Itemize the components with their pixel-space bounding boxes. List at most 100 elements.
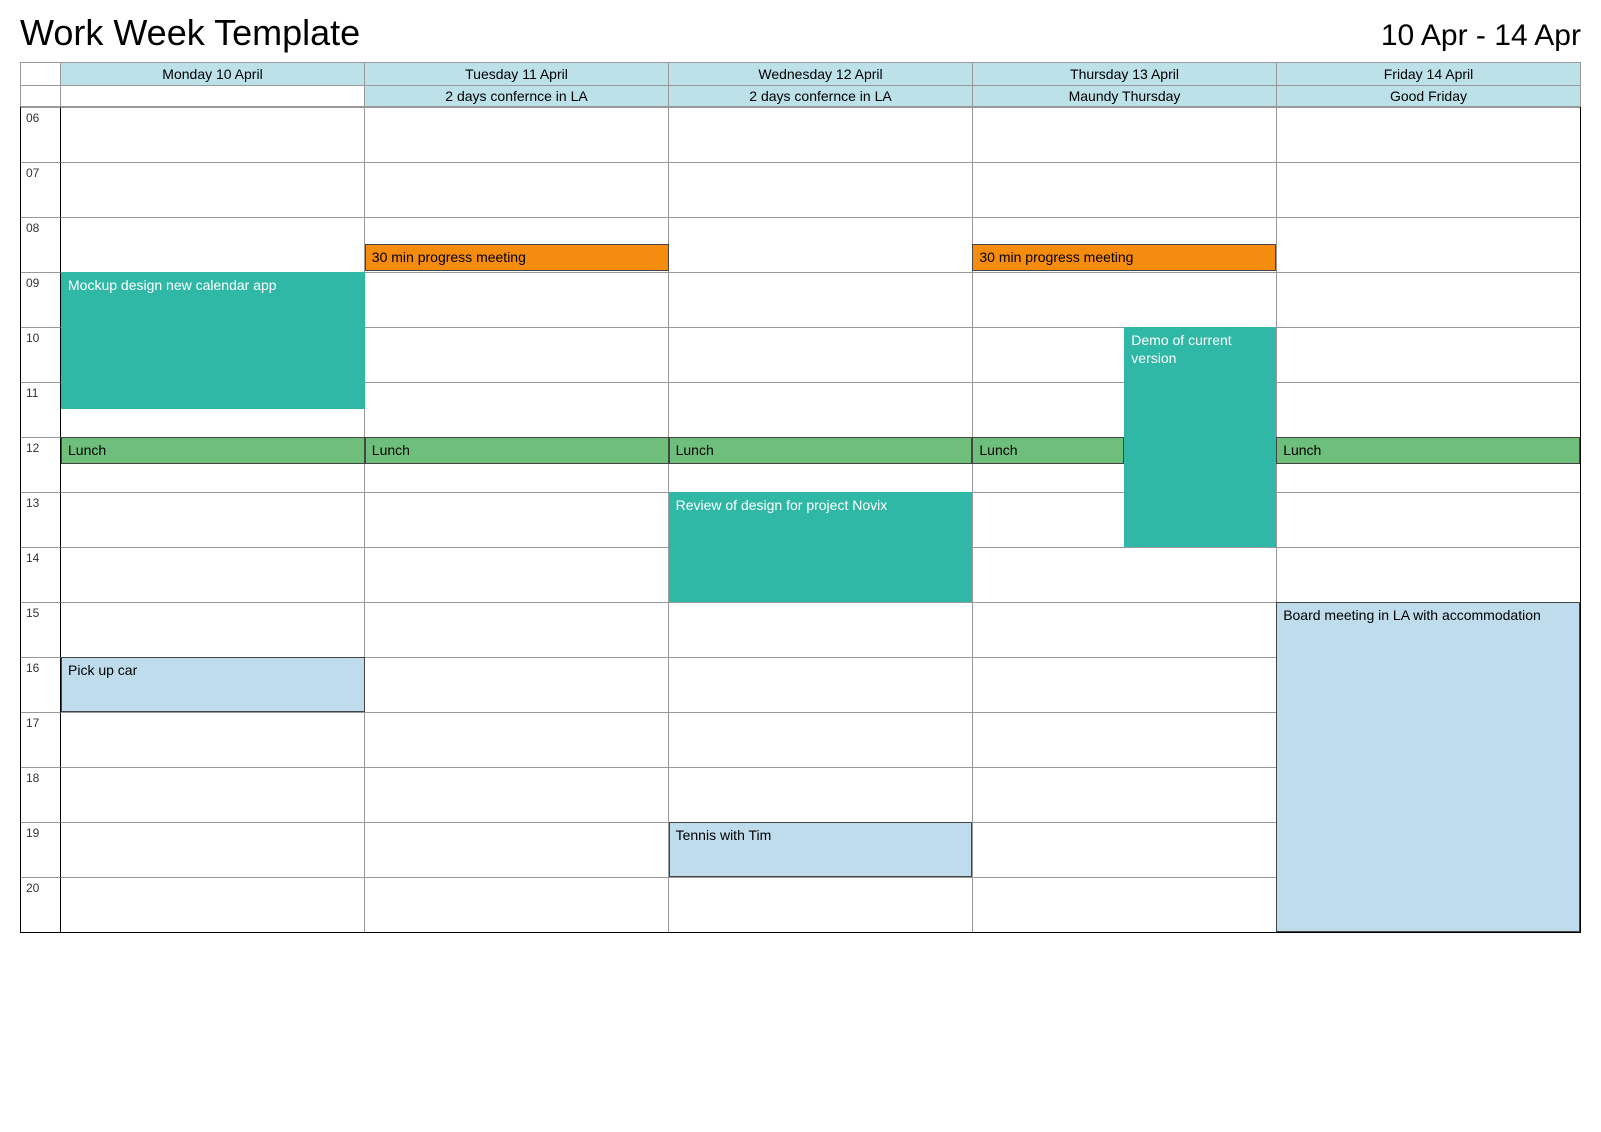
grid-cell[interactable] — [1277, 162, 1580, 217]
grid-cell[interactable] — [365, 712, 669, 767]
grid-cell[interactable] — [1277, 382, 1580, 437]
day-header-wed[interactable]: Wednesday 12 April — [669, 63, 973, 86]
day-header-tue[interactable]: Tuesday 11 April — [365, 63, 669, 86]
grid-cell[interactable] — [669, 272, 973, 327]
grid-cell[interactable] — [1277, 327, 1580, 382]
allday-wed[interactable]: 2 days confernce in LA — [669, 86, 973, 107]
event-progress-tue[interactable]: 30 min progress meeting — [365, 244, 669, 271]
page-title: Work Week Template — [20, 12, 360, 54]
event-progress-thu[interactable]: 30 min progress meeting — [972, 244, 1276, 271]
grid-cell[interactable] — [669, 602, 973, 657]
grid-cell[interactable] — [973, 767, 1277, 822]
grid-cell[interactable] — [669, 162, 973, 217]
hour-label: 10 — [21, 327, 61, 382]
event-tennis[interactable]: Tennis with Tim — [669, 822, 973, 877]
grid-cell[interactable] — [973, 107, 1277, 162]
event-pickup[interactable]: Pick up car — [61, 657, 365, 712]
grid-cell[interactable] — [365, 657, 669, 712]
event-board[interactable]: Board meeting in LA with accommodation — [1276, 602, 1580, 932]
grid-cell[interactable] — [365, 327, 669, 382]
grid-cell[interactable] — [61, 602, 365, 657]
day-header-fri[interactable]: Friday 14 April — [1277, 63, 1581, 86]
grid-cell[interactable] — [365, 382, 669, 437]
day-header-row: Monday 10 April Tuesday 11 April Wednesd… — [21, 63, 1581, 86]
grid-cell[interactable] — [1277, 492, 1580, 547]
event-label: Mockup design new calendar app — [68, 277, 277, 293]
event-label: Board meeting in LA with accommodation — [1283, 607, 1541, 623]
event-mockup[interactable]: Mockup design new calendar app — [61, 272, 365, 409]
allday-mon[interactable] — [61, 86, 365, 107]
grid-cell[interactable] — [365, 822, 669, 877]
grid-cell[interactable] — [669, 712, 973, 767]
grid-cell[interactable] — [61, 712, 365, 767]
allday-tue[interactable]: 2 days confernce in LA — [365, 86, 669, 107]
grid-cell[interactable] — [365, 547, 669, 602]
grid-cell[interactable] — [669, 382, 973, 437]
grid-cell[interactable] — [61, 162, 365, 217]
grid-cell[interactable] — [61, 767, 365, 822]
grid-cell[interactable] — [365, 162, 669, 217]
grid-cell[interactable] — [973, 272, 1277, 327]
date-range: 10 Apr - 14 Apr — [1381, 19, 1581, 53]
event-label: Tennis with Tim — [676, 827, 772, 843]
day-header-mon[interactable]: Monday 10 April — [61, 63, 365, 86]
grid-cell[interactable] — [669, 327, 973, 382]
day-header-thu[interactable]: Thursday 13 April — [973, 63, 1277, 86]
grid-cell[interactable] — [61, 492, 365, 547]
grid-cell[interactable] — [669, 657, 973, 712]
grid-cell[interactable] — [669, 877, 973, 932]
event-label: Lunch — [676, 442, 714, 458]
hour-label: 17 — [21, 712, 61, 767]
grid-cell[interactable] — [61, 547, 365, 602]
hour-label: 06 — [21, 107, 61, 162]
grid-cell[interactable] — [1277, 272, 1580, 327]
grid-cell[interactable] — [61, 107, 365, 162]
event-demo[interactable]: Demo of current version — [1124, 327, 1276, 547]
grid-cell[interactable] — [1277, 547, 1580, 602]
event-lunch-mon[interactable]: Lunch — [61, 437, 365, 464]
event-label: Lunch — [372, 442, 410, 458]
grid-cell[interactable] — [973, 822, 1277, 877]
hour-row-07: 07 — [21, 162, 1580, 217]
event-lunch-fri[interactable]: Lunch — [1276, 437, 1580, 464]
grid-cell[interactable] — [365, 272, 669, 327]
grid-cell[interactable] — [973, 162, 1277, 217]
event-label: 30 min progress meeting — [979, 249, 1133, 265]
event-label: 30 min progress meeting — [372, 249, 526, 265]
allday-thu[interactable]: Maundy Thursday — [973, 86, 1277, 107]
allday-fri[interactable]: Good Friday — [1277, 86, 1581, 107]
grid-cell[interactable] — [973, 657, 1277, 712]
hour-label: 11 — [21, 382, 61, 437]
event-lunch-thu[interactable]: Lunch — [972, 437, 1124, 464]
hour-label: 14 — [21, 547, 61, 602]
grid-cell[interactable] — [365, 877, 669, 932]
grid-cell[interactable] — [1277, 217, 1580, 272]
grid-cell[interactable] — [669, 107, 973, 162]
hour-label: 13 — [21, 492, 61, 547]
grid-cell[interactable] — [669, 217, 973, 272]
grid-cell[interactable] — [365, 767, 669, 822]
event-lunch-wed[interactable]: Lunch — [669, 437, 973, 464]
grid-cell[interactable] — [365, 107, 669, 162]
grid-cell[interactable] — [973, 547, 1277, 602]
grid-cell[interactable] — [61, 217, 365, 272]
hour-label: 16 — [21, 657, 61, 712]
event-review[interactable]: Review of design for project Novix — [669, 492, 973, 602]
grid-cell[interactable] — [61, 822, 365, 877]
hour-row-08: 08 — [21, 217, 1580, 272]
grid-cell[interactable] — [365, 492, 669, 547]
allday-row: 2 days confernce in LA 2 days confernce … — [21, 86, 1581, 107]
grid-cell[interactable] — [1277, 107, 1580, 162]
hour-label: 12 — [21, 437, 61, 492]
calendar-header-table: Monday 10 April Tuesday 11 April Wednesd… — [20, 62, 1581, 107]
grid-cell[interactable] — [669, 767, 973, 822]
grid-cell[interactable] — [973, 877, 1277, 932]
event-label: Lunch — [979, 442, 1017, 458]
grid-cell[interactable] — [365, 602, 669, 657]
grid-cell[interactable] — [61, 877, 365, 932]
grid-cell[interactable] — [973, 712, 1277, 767]
grid-cell[interactable] — [973, 602, 1277, 657]
event-label: Pick up car — [68, 662, 137, 678]
event-lunch-tue[interactable]: Lunch — [365, 437, 669, 464]
time-col-header — [21, 63, 61, 86]
